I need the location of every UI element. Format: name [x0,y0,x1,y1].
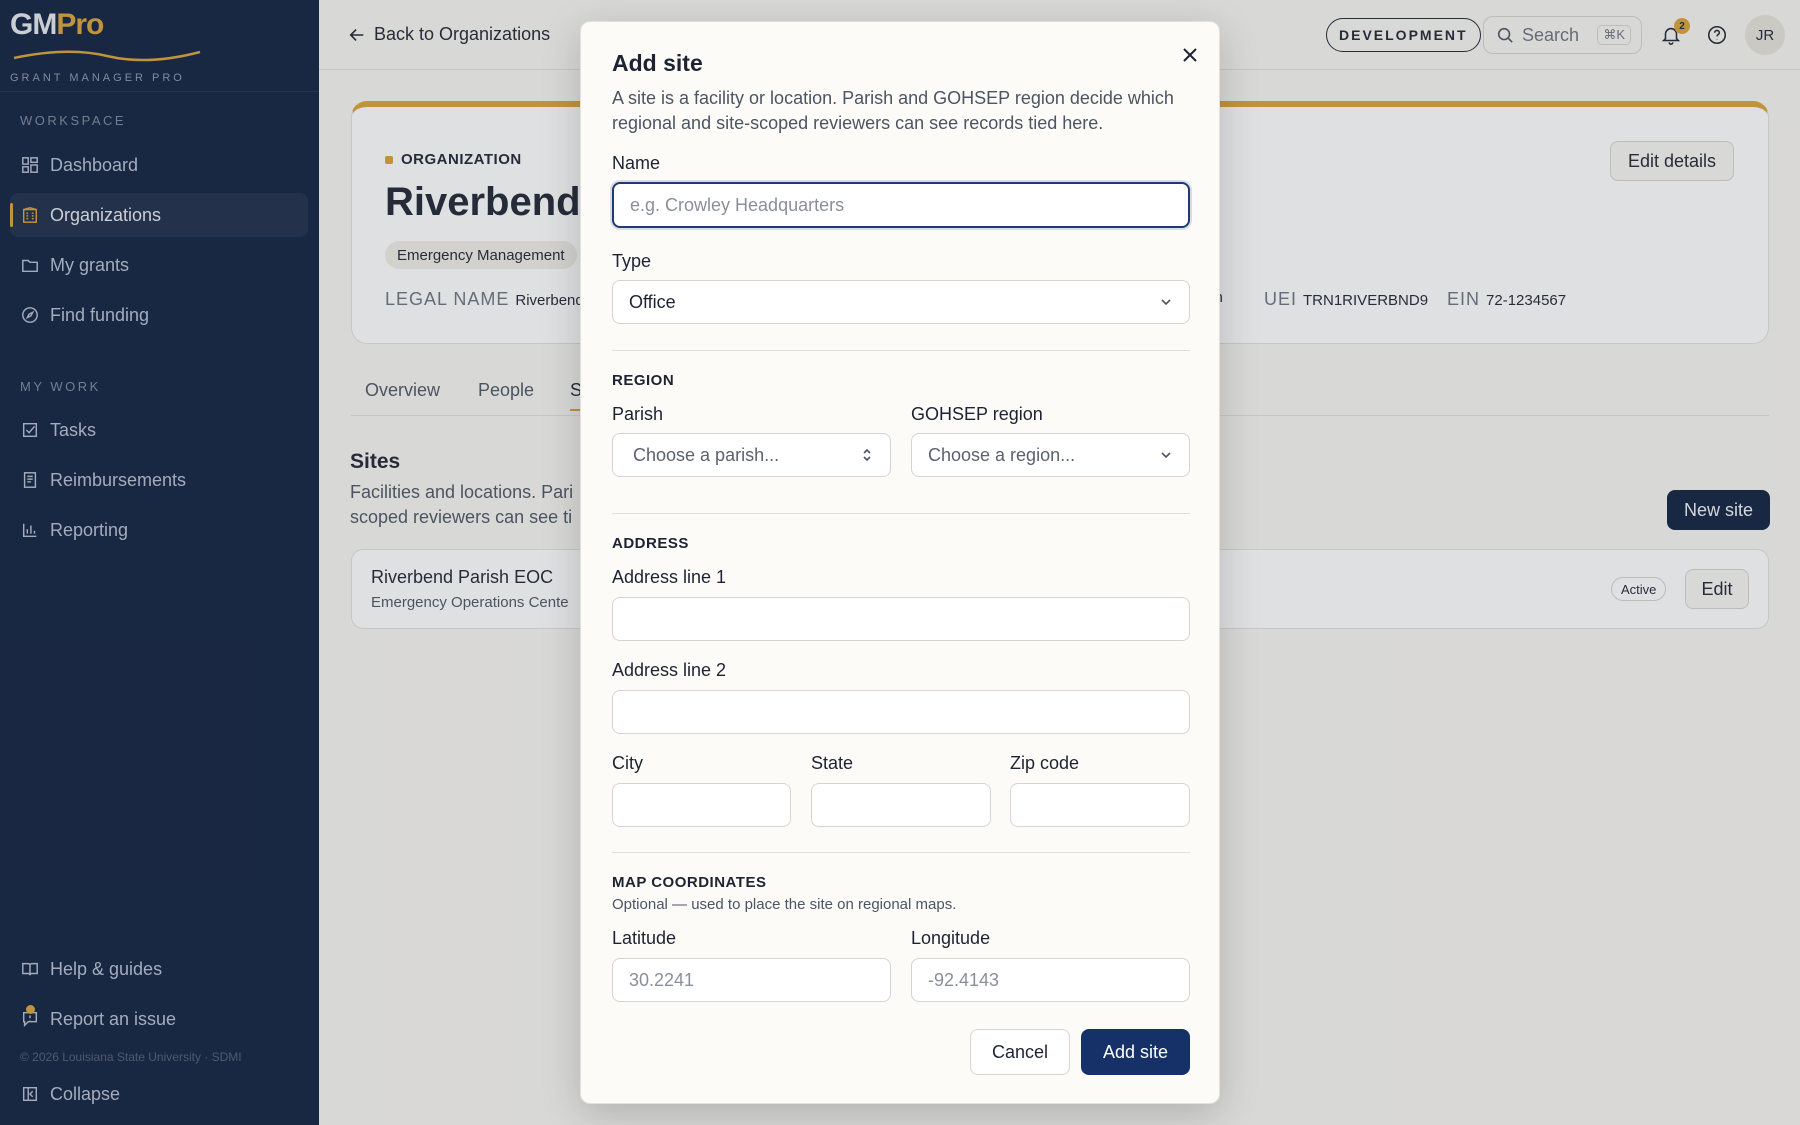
divider [612,513,1190,514]
dialog-title: Add site [612,50,703,76]
latitude-input[interactable] [612,958,891,1002]
state-label: State [811,753,854,773]
map-coordinates-hint: Optional — used to place the site on reg… [612,896,957,913]
parish-select[interactable]: Choose a parish... [612,433,891,477]
address-line1-input[interactable] [612,597,1190,641]
state-input[interactable] [811,783,991,827]
name-input[interactable] [612,182,1190,228]
close-icon [1183,48,1197,62]
zip-code-label: Zip code [1010,753,1080,773]
chevron-up-down-icon [863,448,871,462]
chevron-down-icon [1161,299,1171,306]
divider [612,852,1190,853]
longitude-input[interactable] [911,958,1190,1002]
gohsep-region-select[interactable]: Choose a region... [911,433,1190,477]
region-heading: REGION [612,372,675,389]
address-line2-input[interactable] [612,690,1190,734]
latitude-label: Latitude [612,928,677,948]
chevron-down-icon [1161,452,1171,459]
cancel-button[interactable]: Cancel [970,1029,1070,1075]
type-selected-value: Office [629,291,676,312]
gohsep-region-label: GOHSEP region [911,404,1043,424]
address-line2-label: Address line 2 [612,660,727,680]
city-input[interactable] [612,783,791,827]
type-label: Type [612,251,652,271]
add-site-dialog: Add site A site is a facility or locatio… [580,21,1220,1104]
parish-label: Parish [612,404,664,424]
address-heading: ADDRESS [612,535,689,552]
parish-placeholder: Choose a parish... [633,444,780,465]
gohsep-placeholder: Choose a region... [928,444,1076,465]
add-site-submit-button[interactable]: Add site [1081,1029,1190,1075]
name-label: Name [612,153,661,173]
map-coordinates-heading: MAP COORDINATES [612,874,767,891]
address-line1-label: Address line 1 [612,567,727,587]
close-button[interactable] [1178,43,1202,67]
zip-code-input[interactable] [1010,783,1190,827]
type-select[interactable]: Office [612,280,1190,324]
city-label: City [612,753,643,773]
longitude-label: Longitude [911,928,991,948]
dialog-description: A site is a facility or location. Parish… [612,88,1174,133]
divider [612,350,1190,351]
